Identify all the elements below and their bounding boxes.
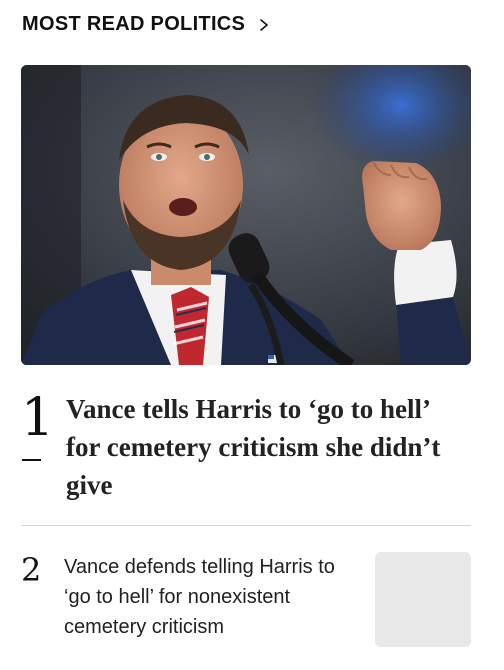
section-header-link[interactable]: MOST READ POLITICS	[22, 13, 271, 36]
rank-number: 1	[21, 390, 66, 504]
article-headline-link[interactable]: Vance tells Harris to ‘go to hell’ for c…	[66, 390, 466, 504]
chevron-right-icon	[257, 18, 271, 32]
article-thumbnail[interactable]	[375, 552, 471, 647]
rank-number-value: 1	[21, 388, 55, 448]
article-item-2[interactable]: 2 Vance defends telling Harris to ‘go to…	[21, 552, 471, 647]
section-title: MOST READ POLITICS	[22, 13, 246, 35]
rank-number: 2	[21, 551, 42, 589]
hero-image[interactable]	[21, 65, 471, 365]
article-headline-link[interactable]: Vance defends telling Harris to ‘go to h…	[64, 552, 364, 642]
rank-underline	[22, 459, 41, 461]
divider	[21, 525, 471, 526]
article-item-1[interactable]: 1 Vance tells Harris to ‘go to hell’ for…	[21, 390, 471, 504]
